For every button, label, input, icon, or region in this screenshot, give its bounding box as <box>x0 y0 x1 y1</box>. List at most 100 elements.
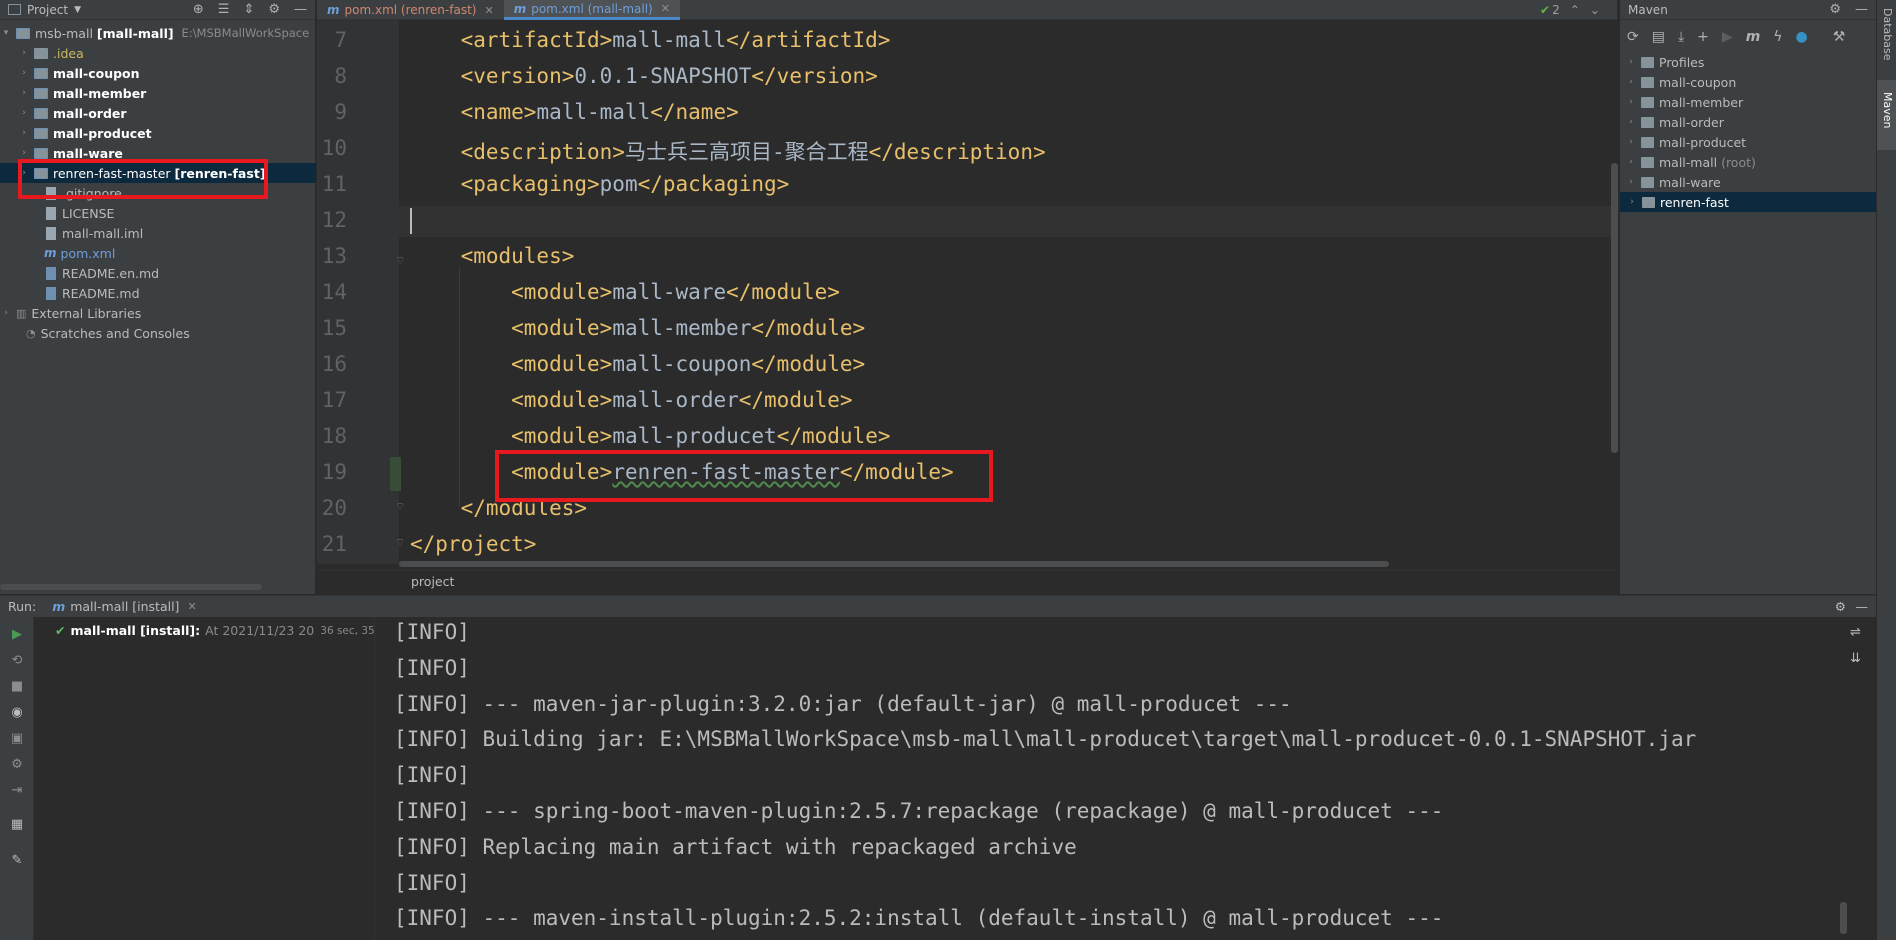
database-tool-button[interactable]: Database <box>1881 8 1894 61</box>
pin-icon[interactable]: ✎ <box>10 853 24 868</box>
minimize-icon[interactable]: — <box>294 2 307 17</box>
locate-icon[interactable]: ⊕ <box>193 2 204 17</box>
chevron-right-icon[interactable]: › <box>1625 177 1637 187</box>
maven-file-icon: m <box>52 599 66 614</box>
maven-item-mall-order[interactable]: › mall-order <box>1619 112 1876 132</box>
tree-item-external-libraries[interactable]: › ▥ External Libraries <box>0 303 316 323</box>
editor-horizontal-scrollbar[interactable] <box>399 561 1389 567</box>
maven-item-mall-member[interactable]: › mall-member <box>1619 92 1876 112</box>
tree-item-readme[interactable]: README.md <box>0 283 316 303</box>
console-line: [INFO] Building jar: E:\MSBMallWorkSpace… <box>394 727 1697 751</box>
maven-item-label: mall-mall <box>1659 154 1718 170</box>
xml-close-tag: </module> <box>751 352 866 376</box>
console-line: [INFO] <box>394 871 470 895</box>
maven-item-mall-producet[interactable]: › mall-producet <box>1619 132 1876 152</box>
tree-item-pom[interactable]: m pom.xml <box>0 243 316 263</box>
fold-icon[interactable]: ⌔ <box>395 500 405 514</box>
layout-icon[interactable]: ▦ <box>10 817 24 832</box>
rerun-icon[interactable]: ⟲ <box>10 653 24 668</box>
maven-goal-icon[interactable]: m <box>1746 29 1761 45</box>
close-icon[interactable]: ✕ <box>661 2 670 15</box>
reload-icon[interactable]: ⟳ <box>1627 29 1639 45</box>
tree-item-license[interactable]: LICENSE <box>0 203 316 223</box>
minimize-icon[interactable]: — <box>1855 2 1868 17</box>
console-line: [INFO] --- maven-jar-plugin:3.2.0:jar (d… <box>394 692 1292 716</box>
chevron-right-icon[interactable]: › <box>1625 117 1637 127</box>
gear-icon[interactable]: ⚙ <box>1829 2 1841 17</box>
tree-item-iml[interactable]: mall-mall.iml <box>0 223 316 243</box>
chevron-right-icon[interactable]: › <box>18 68 30 78</box>
stop-icon[interactable]: ■ <box>10 679 24 694</box>
tree-item-mall-coupon[interactable]: › mall-coupon <box>0 63 316 83</box>
chevron-right-icon[interactable]: › <box>1626 197 1638 207</box>
run-tree-item[interactable]: ✔ mall-mall [install]: At 2021/11/23 20 … <box>55 623 400 638</box>
console-vertical-scrollbar[interactable] <box>1840 902 1847 934</box>
soft-wrap-icon[interactable]: ⇌ <box>1850 625 1861 640</box>
breadcrumb-item[interactable]: project <box>411 574 454 589</box>
close-icon[interactable]: ✕ <box>484 4 493 17</box>
tree-item-readme-en[interactable]: README.en.md <box>0 263 316 283</box>
gear-icon[interactable]: ⚙ <box>1835 599 1846 614</box>
run-icon[interactable]: ▶ <box>1722 29 1733 45</box>
editor-vertical-scrollbar[interactable] <box>1611 163 1618 453</box>
console-side-toolbar: ⇌ ⇊ <box>1836 617 1876 940</box>
collapse-all-icon[interactable]: ☰ <box>218 2 230 17</box>
run-icon[interactable]: ▶ <box>10 627 24 642</box>
chevron-right-icon[interactable]: › <box>18 108 30 118</box>
markdown-file-icon <box>46 286 56 300</box>
chevron-right-icon[interactable]: › <box>1625 77 1637 87</box>
chevron-right-icon[interactable]: › <box>1625 57 1637 67</box>
minimize-icon[interactable]: — <box>1856 599 1869 614</box>
tree-item-root[interactable]: ▾ msb-mall [mall-mall] E:\MSBMallWorkSpa… <box>0 23 316 43</box>
warning-count[interactable]: 2 <box>1552 3 1560 17</box>
chevron-right-icon[interactable]: › <box>18 48 30 58</box>
close-icon[interactable]: ✕ <box>187 600 196 613</box>
tree-item-mall-member[interactable]: › mall-member <box>0 83 316 103</box>
chevron-right-icon[interactable]: › <box>0 308 12 318</box>
chevron-right-icon[interactable]: › <box>1625 137 1637 147</box>
tab-pom-mall-mall[interactable]: m pom.xml (mall-mall) ✕ <box>503 0 680 20</box>
run-tab[interactable]: mall-mall [install] <box>70 599 179 614</box>
chevron-down-icon[interactable]: ⌄ <box>1590 3 1600 17</box>
tree-item-mall-order[interactable]: › mall-order <box>0 103 316 123</box>
tree-item-scratches[interactable]: ◔ Scratches and Consoles <box>0 323 316 343</box>
chevron-down-icon[interactable]: ▼ <box>74 5 81 15</box>
chevron-down-icon[interactable]: ▾ <box>0 28 12 38</box>
maven-item-mall-mall[interactable]: › mall-mall (root) <box>1619 152 1876 172</box>
gear-icon[interactable]: ⚙ <box>268 2 280 17</box>
chevron-up-icon[interactable]: ⌃ <box>1570 3 1580 17</box>
maven-item-profiles[interactable]: › Profiles <box>1619 52 1876 72</box>
chevron-right-icon[interactable]: › <box>1625 97 1637 107</box>
scroll-to-end-icon[interactable]: ⇊ <box>1850 651 1861 666</box>
project-view-selector[interactable]: Project <box>27 3 68 17</box>
line-number: 10 <box>321 136 347 160</box>
add-folder-icon[interactable]: ▤ <box>1652 29 1665 45</box>
export-icon[interactable]: ⇥ <box>10 783 24 798</box>
chevron-right-icon[interactable]: › <box>18 88 30 98</box>
eye-icon[interactable]: ◉ <box>10 705 24 720</box>
settings-icon[interactable]: ⚙ <box>10 757 24 772</box>
line-number: 19 <box>321 460 347 484</box>
maven-item-mall-ware[interactable]: › mall-ware <box>1619 172 1876 192</box>
download-icon[interactable]: ⤓ <box>1678 29 1684 45</box>
chevron-right-icon[interactable]: › <box>18 128 30 138</box>
chevron-right-icon[interactable]: › <box>1625 157 1637 167</box>
skip-tests-icon[interactable]: ● <box>1796 29 1808 45</box>
tab-pom-renren-fast[interactable]: m pom.xml (renren-fast) ✕ <box>317 0 504 20</box>
wrench-icon[interactable]: ⚒ <box>1833 29 1846 45</box>
maven-tool-button[interactable]: Maven <box>1881 92 1894 128</box>
tree-item-idea[interactable]: › .idea <box>0 43 316 63</box>
project-horizontal-scrollbar[interactable] <box>0 584 262 590</box>
chevron-right-icon[interactable]: › <box>18 148 30 158</box>
console-output[interactable] <box>376 617 1836 940</box>
plus-icon[interactable]: + <box>1697 29 1709 45</box>
maven-item-mall-coupon[interactable]: › mall-coupon <box>1619 72 1876 92</box>
expand-icon[interactable]: ⇕ <box>243 2 254 17</box>
fold-icon[interactable]: ⌔ <box>395 536 405 550</box>
maven-item-renren-fast[interactable]: › renren-fast <box>1620 192 1876 212</box>
toggle-offline-icon[interactable]: ϟ <box>1773 29 1782 45</box>
camera-icon[interactable]: ▣ <box>10 731 24 746</box>
tree-item-mall-producet[interactable]: › mall-producet <box>0 123 316 143</box>
fold-icon[interactable]: ⌔ <box>395 254 405 268</box>
